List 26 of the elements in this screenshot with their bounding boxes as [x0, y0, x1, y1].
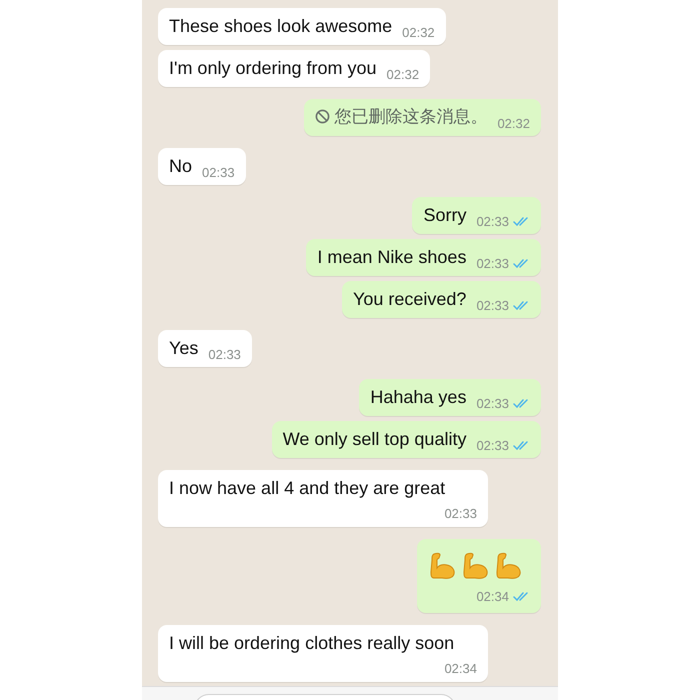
message-time: 02:32: [497, 114, 530, 132]
message-time: 02:33: [208, 346, 241, 364]
message-text: Hahaha yes: [370, 386, 466, 409]
message-text: We only sell top quality: [282, 428, 466, 451]
message-time: 02:32: [386, 66, 420, 84]
message-text: Sorry: [423, 204, 466, 227]
message-time: 02:33: [476, 394, 509, 412]
message-text: I mean Nike shoes: [317, 246, 466, 269]
message-time: 02:33: [476, 254, 509, 272]
message-time: 02:33: [476, 436, 509, 454]
message-text: Yes: [169, 337, 198, 360]
message-time: 02:33: [476, 296, 509, 314]
message-text: I will be ordering clothes really soon: [169, 632, 454, 655]
message-time: 02:34: [444, 660, 477, 678]
message-time: 02:32: [402, 24, 435, 42]
message-time: 02:34: [476, 588, 509, 606]
message-text: I now have all 4 and they are great: [169, 477, 446, 500]
message-text: These shoes look awesome: [169, 15, 392, 38]
message-text: I'm only ordering from you: [169, 57, 377, 80]
message-time: 02:33: [476, 212, 509, 230]
message-text: You received?: [353, 288, 466, 311]
message-text: No: [169, 155, 192, 178]
ban-icon: [315, 109, 330, 124]
message-time: 02:33: [444, 505, 477, 523]
message-time: 02:33: [202, 164, 235, 182]
deleted-message-text: 您已删除这条消息。: [334, 106, 488, 129]
